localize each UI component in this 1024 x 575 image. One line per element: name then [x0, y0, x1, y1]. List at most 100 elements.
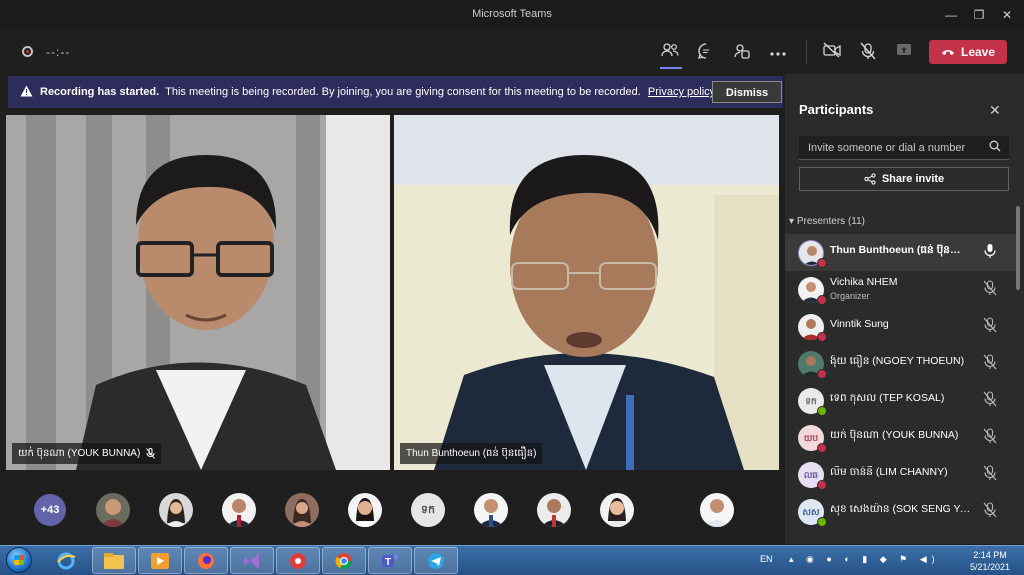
participant-thumbnail[interactable]	[222, 493, 256, 527]
participant-photo	[704, 499, 730, 527]
participant-row[interactable]: លឆ លឹម ចាន់នី (LIM CHANNY)	[785, 456, 1017, 493]
status-indicator	[817, 443, 827, 453]
phone-hangup-icon	[941, 50, 954, 55]
participant-row[interactable]: សស សុខ សេងយ៉ាន (SOK SENG YAN)	[785, 493, 1017, 530]
close-panel-icon[interactable]: ✕	[989, 102, 1001, 119]
mic-muted-icon[interactable]	[983, 354, 997, 370]
participant-thumbnail[interactable]: ទក	[411, 493, 445, 527]
visual-studio-icon[interactable]	[230, 547, 274, 574]
banner-body: This meeting is being recorded. By joini…	[165, 86, 641, 98]
start-button[interactable]	[6, 547, 32, 573]
participants-active-indicator	[660, 67, 682, 69]
language-indicator[interactable]: EN	[760, 554, 773, 564]
title-bar: Microsoft Teams — ❐ ✕	[0, 0, 1024, 30]
mic-muted-icon[interactable]	[983, 391, 997, 407]
participants-icon[interactable]	[660, 42, 680, 62]
participant-name: លឹម ចាន់នី (LIM CHANNY)	[830, 466, 948, 478]
participant-photo	[478, 499, 504, 527]
leave-button[interactable]: Leave	[929, 40, 1007, 64]
system-clock[interactable]: 2:14 PM 5/21/2021	[958, 549, 1022, 573]
participant-role: Organizer	[830, 291, 870, 301]
status-indicator	[817, 332, 827, 342]
dismiss-button[interactable]: Dismiss	[712, 81, 782, 103]
tray-icons[interactable]: ▴ ◉ ● ◐ ▮ ◆ ⚑ ◀)	[789, 554, 940, 564]
participant-thumbnail[interactable]	[348, 493, 382, 527]
teams-icon[interactable]: T	[368, 547, 412, 574]
chrome-icon[interactable]	[322, 547, 366, 574]
participant-row[interactable]: Vinntik Sung	[785, 308, 1017, 345]
participant-photo	[541, 499, 567, 527]
participant-row[interactable]: ទក ទេព កុសល (TEP KOSAL)	[785, 382, 1017, 419]
presenters-section-header[interactable]: ▾ Presenters (11)	[789, 216, 865, 227]
participant-name: យក់ ប៊ុនណា (YOUK BUNNA)	[830, 429, 959, 441]
mic-muted-icon[interactable]	[983, 317, 997, 333]
share-invite-label: Share invite	[881, 173, 945, 185]
video-name-tag-1: យក់ ប៊ុនណា (YOUK BUNNA)	[12, 443, 162, 464]
file-explorer-icon[interactable]	[92, 547, 136, 574]
mic-muted-icon[interactable]	[983, 502, 997, 518]
media-player-icon[interactable]	[138, 547, 182, 574]
share-invite-button[interactable]: Share invite	[799, 167, 1009, 191]
leave-label: Leave	[960, 45, 996, 59]
participant-photo	[165, 499, 187, 527]
panel-title: Participants	[799, 102, 874, 117]
video-tile-right[interactable]: Thun Bunthoeun (ធន់ ប៊ុនធឿន)	[394, 115, 779, 470]
close-window-button[interactable]: ✕	[998, 6, 1016, 24]
video-name-2: Thun Bunthoeun (ធន់ ប៊ុនធឿន)	[406, 448, 537, 459]
participant-photo	[606, 498, 628, 527]
participant-name: ទេព កុសល (TEP KOSAL)	[830, 392, 945, 404]
firefox-icon[interactable]	[184, 547, 228, 574]
status-indicator	[817, 406, 827, 416]
participant-row[interactable]: Vichika NHEM Organizer	[785, 271, 1017, 308]
recording-icon	[22, 46, 33, 57]
presenters-label: Presenters (11)	[796, 216, 865, 227]
participant-thumbnail[interactable]	[537, 493, 571, 527]
mic-muted-icon[interactable]	[858, 42, 878, 62]
participant-thumbnail[interactable]	[600, 493, 634, 527]
status-indicator	[817, 258, 827, 268]
participant-row[interactable]: យប យក់ ប៊ុនណា (YOUK BUNNA)	[785, 419, 1017, 456]
participant-photo	[354, 498, 376, 527]
recording-banner: Recording has started. This meeting is b…	[8, 76, 783, 108]
mic-muted-icon[interactable]	[983, 465, 997, 481]
participant-row[interactable]: ង៉ុយ ធឿន (NGOEY THOEUN)	[785, 345, 1017, 382]
internet-explorer-icon[interactable]	[44, 547, 88, 574]
meeting-toolbar: --:-- Leave	[0, 30, 1024, 74]
mic-muted-icon[interactable]	[983, 280, 997, 296]
video-name-1: យក់ ប៊ុនណា (YOUK BUNNA)	[18, 448, 141, 459]
share-screen-icon[interactable]	[894, 42, 914, 62]
participant-thumbnail[interactable]	[700, 493, 734, 527]
search-icon[interactable]	[989, 140, 1001, 155]
invite-input[interactable]	[799, 136, 990, 160]
banner-title: Recording has started.	[40, 86, 160, 98]
participant-video-2	[394, 115, 779, 470]
privacy-policy-link[interactable]: Privacy policy	[648, 86, 715, 98]
minimize-button[interactable]: —	[942, 6, 960, 24]
more-options-icon[interactable]	[768, 42, 788, 62]
window-title: Microsoft Teams	[472, 8, 552, 20]
chat-icon[interactable]	[696, 42, 716, 62]
status-indicator	[817, 295, 827, 305]
invite-box	[799, 136, 1009, 160]
camera-off-icon[interactable]	[822, 42, 842, 62]
participant-thumbnail[interactable]	[285, 493, 319, 527]
panel-scrollbar[interactable]	[1016, 206, 1020, 290]
screen-recorder-icon[interactable]	[276, 547, 320, 574]
participant-name: Vichika NHEM	[830, 276, 898, 288]
breakout-rooms-icon[interactable]	[732, 42, 752, 62]
participant-thumbnail[interactable]	[159, 493, 193, 527]
video-tile-left[interactable]: យក់ ប៊ុនណា (YOUK BUNNA)	[6, 115, 390, 470]
participant-row[interactable]: Thun Bunthoeun (ធន់ ប៊ុនធឿន)	[785, 234, 1017, 271]
mic-on-icon[interactable]	[983, 243, 997, 259]
more-participants-button[interactable]: +43	[34, 494, 66, 526]
participant-thumbnail[interactable]	[474, 493, 508, 527]
telegram-icon[interactable]	[414, 547, 458, 574]
participant-photo	[226, 499, 252, 527]
mic-muted-icon[interactable]	[983, 428, 997, 444]
meeting-timer: --:--	[46, 45, 71, 59]
toolbar-divider	[806, 40, 807, 64]
participant-thumbnail[interactable]	[96, 493, 130, 527]
share-icon	[864, 173, 876, 185]
maximize-button[interactable]: ❐	[970, 6, 988, 24]
warning-icon	[20, 85, 33, 100]
